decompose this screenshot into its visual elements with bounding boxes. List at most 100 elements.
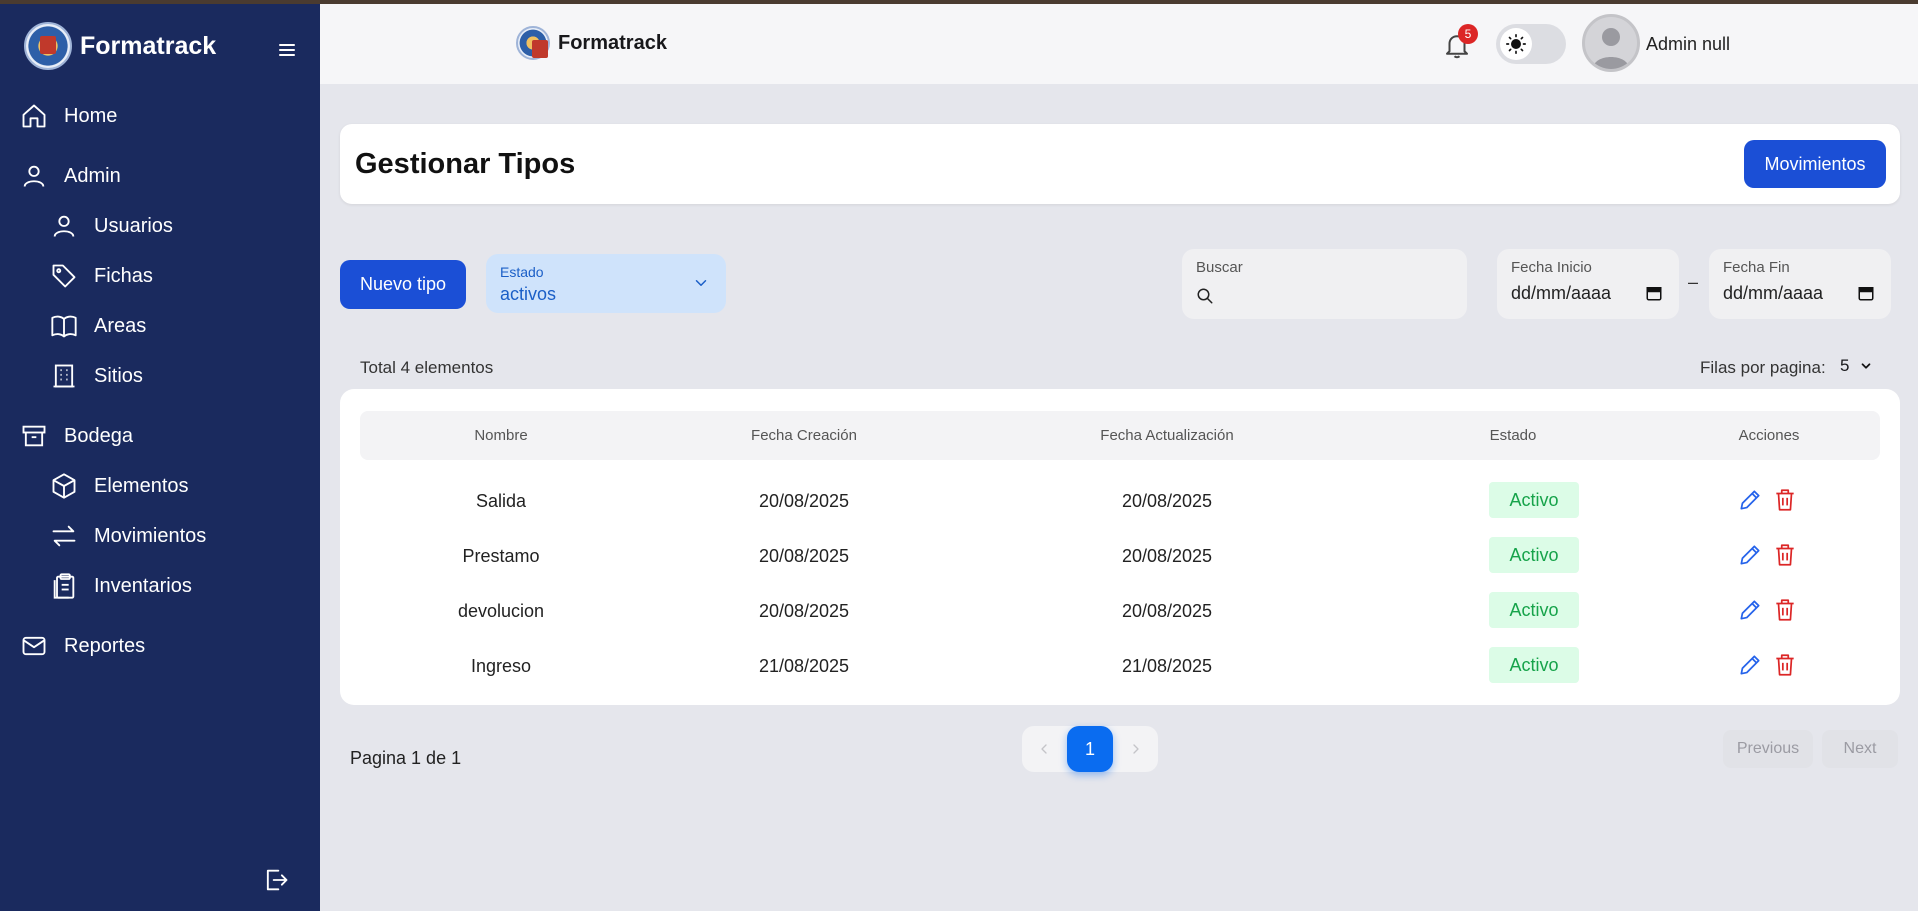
estado-select-label: Estado — [500, 264, 544, 280]
formatrack-logo — [516, 26, 550, 60]
fecha-inicio-label: Fecha Inicio — [1511, 259, 1592, 276]
home-icon — [22, 104, 46, 128]
current-page-button[interactable]: 1 — [1067, 726, 1113, 772]
fecha-fin-label: Fecha Fin — [1723, 259, 1790, 276]
sidebar-item-usuarios[interactable]: Usuarios — [50, 212, 173, 240]
edit-pencil-icon[interactable] — [1737, 487, 1763, 513]
total-count: Total 4 elementos — [360, 358, 494, 377]
fecha-inicio-value: dd/mm/aaaa — [1511, 283, 1612, 303]
page-title: Gestionar Tipos — [355, 148, 576, 180]
user-avatar-icon — [1593, 28, 1629, 69]
chevron-down-icon — [1862, 363, 1871, 369]
sidebar-item-home[interactable]: Home — [20, 102, 117, 130]
sidebar-item-admin[interactable]: Admin — [20, 162, 121, 190]
chevron-down-icon — [695, 280, 707, 286]
cell-nombre: Prestamo — [462, 546, 540, 566]
cell-fecha-actualizacion: 20/08/2025 — [1121, 601, 1213, 621]
fecha-inicio-field[interactable]: Fecha Inicio dd/mm/aaaa — [1497, 249, 1679, 319]
next-button[interactable]: Next — [1822, 730, 1898, 768]
search-input-label: Buscar — [1196, 259, 1243, 276]
formatrack-logo — [24, 22, 72, 70]
user-icon — [53, 215, 75, 237]
column-header-fecha-creacion[interactable]: Fecha Creación — [751, 427, 857, 444]
sidebar-item-bodega[interactable]: Bodega — [20, 422, 133, 450]
hamburger-menu-icon[interactable] — [275, 38, 299, 62]
search-icon — [1197, 288, 1213, 304]
cell-nombre: Ingreso — [470, 656, 532, 676]
sidebar-item-reportes[interactable]: Reportes — [20, 632, 145, 660]
delete-trash-icon[interactable] — [1772, 487, 1798, 513]
cell-nombre: Salida — [475, 491, 527, 511]
archive-icon — [22, 425, 46, 447]
cell-fecha-actualizacion: 21/08/2025 — [1121, 656, 1213, 676]
cell-fecha-creacion: 21/08/2025 — [758, 656, 850, 676]
calendar-icon[interactable] — [1645, 284, 1663, 302]
logout-icon[interactable] — [262, 866, 290, 894]
theme-toggle[interactable] — [1496, 24, 1566, 64]
chevron-right-icon[interactable] — [1128, 741, 1144, 757]
sidebar-item-label: Home — [64, 104, 118, 127]
column-header-nombre[interactable]: Nombre — [474, 427, 527, 444]
table-row: Salida 20/08/2025 20/08/2025 Activo — [360, 474, 1880, 529]
sidebar-item-label: Usuarios — [94, 214, 173, 237]
delete-trash-icon[interactable] — [1772, 652, 1798, 678]
status-badge: Activo — [1489, 647, 1579, 683]
sidebar-item-areas[interactable]: Areas — [50, 312, 146, 340]
sidebar-item-label: Areas — [94, 314, 147, 337]
edit-pencil-icon[interactable] — [1737, 542, 1763, 568]
delete-trash-icon[interactable] — [1772, 542, 1798, 568]
cell-fecha-creacion: 20/08/2025 — [758, 491, 850, 511]
avatar[interactable] — [1582, 14, 1640, 72]
table-row: Prestamo 20/08/2025 20/08/2025 Activo — [360, 529, 1880, 584]
sidebar-item-label: Sitios — [94, 364, 143, 387]
estado-select[interactable]: Estado activos — [486, 254, 726, 313]
notification-count-badge: 5 — [1458, 24, 1478, 44]
cell-fecha-creacion: 20/08/2025 — [758, 601, 850, 621]
edit-pencil-icon[interactable] — [1737, 652, 1763, 678]
sidebar-item-label: Inventarios — [94, 574, 192, 597]
chevron-left-icon[interactable] — [1036, 741, 1052, 757]
rows-per-page-value: 5 — [1840, 356, 1850, 375]
edit-pencil-icon[interactable] — [1737, 597, 1763, 623]
movimientos-button[interactable]: Movimientos — [1744, 140, 1886, 188]
pagination: 1 — [1022, 726, 1158, 772]
date-range-separator: – — [1688, 272, 1699, 292]
status-badge: Activo — [1489, 537, 1579, 573]
building-icon — [53, 364, 75, 388]
calendar-icon[interactable] — [1857, 284, 1875, 302]
sidebar-item-label: Bodega — [64, 424, 133, 447]
sidebar-item-movimientos[interactable]: Movimientos — [50, 522, 206, 550]
clipboard-icon — [53, 573, 75, 599]
new-type-button[interactable]: Nuevo tipo — [340, 260, 466, 309]
sidebar-item-label: Fichas — [94, 264, 153, 287]
delete-trash-icon[interactable] — [1772, 597, 1798, 623]
table-row: devolucion 20/08/2025 20/08/2025 Activo — [360, 584, 1880, 639]
sidebar-item-label: Elementos — [94, 474, 189, 497]
column-header-estado[interactable]: Estado — [1490, 427, 1537, 444]
rows-per-page-label: Filas por pagina: — [1700, 358, 1826, 377]
sidebar-item-label: Movimientos — [94, 524, 207, 547]
sidebar-item-fichas[interactable]: Fichas — [50, 262, 153, 290]
sidebar-item-elementos[interactable]: Elementos — [50, 472, 189, 500]
sidebar-brand[interactable]: Formatrack — [24, 22, 216, 70]
sidebar-item-label: Reportes — [64, 634, 146, 657]
fecha-fin-field[interactable]: Fecha Fin dd/mm/aaaa — [1709, 249, 1891, 319]
estado-select-value: activos — [500, 284, 557, 304]
column-header-fecha-actualizacion[interactable]: Fecha Actualización — [1100, 427, 1233, 444]
search-input[interactable]: Buscar — [1182, 249, 1467, 319]
rows-per-page-select[interactable]: 5 — [1840, 356, 1873, 376]
sidebar-item-sitios[interactable]: Sitios — [50, 362, 143, 390]
previous-button[interactable]: Previous — [1723, 730, 1813, 768]
cell-nombre: devolucion — [457, 601, 545, 621]
header-brand[interactable]: Formatrack — [516, 26, 667, 60]
page-info: Pagina 1 de 1 — [350, 748, 462, 768]
arrows-icon — [52, 525, 76, 547]
header-brand-name: Formatrack — [558, 31, 667, 54]
table-header: Nombre Fecha Creación Fecha Actualizació… — [360, 411, 1880, 460]
cell-fecha-actualizacion: 20/08/2025 — [1121, 491, 1213, 511]
cell-fecha-actualizacion: 20/08/2025 — [1121, 546, 1213, 566]
status-badge: Activo — [1489, 482, 1579, 518]
book-icon — [51, 315, 77, 338]
sidebar-item-inventarios[interactable]: Inventarios — [50, 572, 192, 600]
top-header: Formatrack 5 Admin null — [320, 4, 1918, 84]
